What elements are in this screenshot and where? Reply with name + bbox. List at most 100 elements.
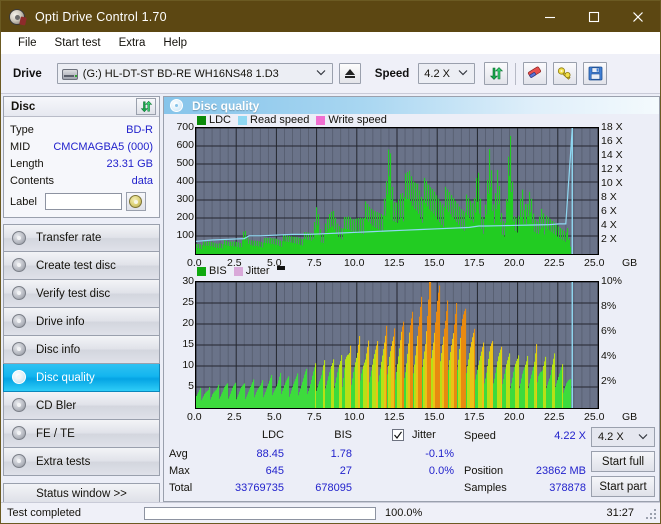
- menu-extra[interactable]: Extra: [110, 35, 155, 51]
- minimize-button[interactable]: [528, 1, 572, 32]
- stats-row-max-label: Max: [169, 465, 190, 477]
- content-panel: Disc quality LDC Read speed Write speed …: [163, 96, 660, 502]
- save-button[interactable]: [583, 62, 607, 85]
- menu-bar: File Start test Extra Help: [1, 32, 660, 54]
- disc-label-button[interactable]: [126, 192, 146, 211]
- bis-plot-area: [195, 281, 599, 409]
- disc-icon: [11, 286, 28, 301]
- disc-icon: [11, 454, 28, 469]
- chevron-down-icon: [316, 69, 326, 78]
- speed-result-select[interactable]: 4.2 X: [591, 427, 655, 447]
- menu-file[interactable]: File: [9, 35, 46, 51]
- disc-refresh-button[interactable]: [136, 98, 156, 115]
- disc-icon: [11, 314, 28, 329]
- disc-icon: [11, 370, 28, 385]
- sidebar-item-label: Extra tests: [36, 456, 90, 468]
- drive-select[interactable]: (G:) HL-DT-ST BD-RE WH16NS48 1.D3: [57, 63, 333, 84]
- speed-stat-label: Speed: [464, 430, 496, 442]
- sidebar-item-verify-test-disc[interactable]: Verify test disc: [3, 280, 160, 308]
- bis-chart: BIS Jitter 30 25 20 15 10 5 10% 8% 6% 4%: [164, 265, 659, 420]
- sidebar-item-label: CD Bler: [36, 400, 76, 412]
- app-disc-icon: [9, 8, 27, 26]
- legend-item-read-speed: Read speed: [238, 114, 309, 126]
- speed-select[interactable]: 4.2 X: [418, 63, 475, 84]
- start-full-button[interactable]: Start full: [591, 451, 655, 472]
- sidebar-nav: Transfer rate Create test disc Verify te…: [3, 224, 160, 476]
- sidebar-item-disc-quality[interactable]: Disc quality: [3, 364, 160, 392]
- start-part-label: Start part: [599, 481, 646, 493]
- save-icon: [588, 66, 603, 81]
- maximize-button[interactable]: [572, 1, 616, 32]
- refresh-icon: [140, 100, 153, 113]
- bis-x-axis: 0.0 2.5 5.0 7.5 10.0 12.5 15.0 17.5 20.0…: [164, 411, 659, 425]
- title-bar: Opti Drive Control 1.70: [1, 1, 660, 32]
- sidebar-item-label: Disc quality: [36, 372, 95, 384]
- status-window-label: Status window >>: [36, 488, 127, 500]
- menu-start-test[interactable]: Start test: [46, 35, 110, 51]
- content-header: Disc quality: [164, 97, 659, 114]
- ldc-chart: LDC Read speed Write speed 700 600 500 4…: [164, 114, 659, 264]
- disc-type-value: BD-R: [126, 124, 153, 136]
- position-stat-label: Position: [464, 465, 503, 477]
- scale-marker-icon: [277, 266, 285, 270]
- stats-max-ldc: 645: [222, 465, 284, 477]
- window-title: Opti Drive Control 1.70: [35, 10, 167, 24]
- sidebar-item-transfer-rate[interactable]: Transfer rate: [3, 224, 160, 252]
- jitter-checkbox[interactable]: [392, 429, 404, 441]
- sidebar-item-label: FE / TE: [36, 428, 75, 440]
- legend-item-write-speed: Write speed: [316, 114, 387, 126]
- sidebar-item-disc-info[interactable]: Disc info: [3, 336, 160, 364]
- progress-percent: 100.0%: [385, 507, 445, 519]
- menu-help[interactable]: Help: [154, 35, 196, 51]
- sidebar-item-cd-bler[interactable]: CD Bler: [3, 392, 160, 420]
- ldc-plot-area: [195, 127, 599, 255]
- position-stat-value: 23862 MB: [514, 465, 586, 477]
- page-title: Disc quality: [192, 99, 259, 113]
- window-controls: [528, 1, 660, 32]
- eraser-icon: [527, 66, 543, 81]
- bis-chart-legend: BIS Jitter: [197, 265, 285, 277]
- key-icon: [557, 66, 573, 81]
- start-full-label: Start full: [602, 456, 644, 468]
- elapsed-time: 31:27: [606, 507, 634, 519]
- disc-icon: [11, 426, 28, 441]
- legend-item-bis: BIS: [197, 265, 227, 277]
- stats-col-ldc: LDC: [222, 429, 284, 441]
- app-window: Opti Drive Control 1.70 File Start test …: [0, 0, 661, 524]
- refresh-button[interactable]: [484, 62, 508, 85]
- disc-contents-value: data: [132, 175, 153, 187]
- status-bar: Test completed 100.0% 31:27: [1, 502, 660, 523]
- bypass-button[interactable]: [553, 62, 577, 85]
- jitter-label: Jitter: [412, 429, 436, 441]
- disc-icon: [11, 342, 28, 357]
- start-part-button[interactable]: Start part: [591, 476, 655, 497]
- disc-length-label: Length: [10, 158, 44, 170]
- stats-panel: LDC BIS Jitter Avg 88.45 1.78 -0.1% Max …: [164, 427, 659, 501]
- status-message: Test completed: [7, 507, 144, 519]
- disc-panel-title: Disc: [11, 101, 35, 113]
- ldc-y-axis: 700 600 500 400 300 200 100: [164, 127, 194, 255]
- sidebar-item-fe-te[interactable]: FE / TE: [3, 420, 160, 448]
- drive-icon: [62, 67, 78, 81]
- stats-avg-jitter: -0.1%: [392, 448, 454, 460]
- sidebar-item-create-test-disc[interactable]: Create test disc: [3, 252, 160, 280]
- ldc-chart-legend: LDC Read speed Write speed: [197, 114, 394, 126]
- resize-grip-icon[interactable]: [646, 509, 657, 520]
- stats-total-ldc: 33769735: [210, 482, 284, 494]
- speed-select-value: 4.2 X: [424, 68, 450, 80]
- erase-button[interactable]: [523, 62, 547, 85]
- disc-label-input[interactable]: [45, 193, 122, 210]
- stats-max-bis: 27: [290, 465, 352, 477]
- disc-mid-value: CMCMAGBA5 (000): [53, 141, 153, 153]
- eject-button[interactable]: [339, 63, 361, 84]
- sidebar-item-extra-tests[interactable]: Extra tests: [3, 448, 160, 476]
- sidebar-item-label: Create test disc: [36, 260, 116, 272]
- close-button[interactable]: [616, 1, 660, 32]
- sidebar-item-drive-info[interactable]: Drive info: [3, 308, 160, 336]
- chevron-down-icon: [638, 433, 648, 442]
- ldc-y2-axis: 18 X 16 X 14 X 12 X 10 X 8 X 6 X 4 X 2 X: [601, 127, 641, 255]
- disc-icon: [11, 258, 28, 273]
- speed-stat-value: 4.22 X: [514, 430, 586, 442]
- stats-max-jitter: 0.0%: [392, 465, 454, 477]
- disc-row-length: Length 23.31 GB: [10, 155, 153, 172]
